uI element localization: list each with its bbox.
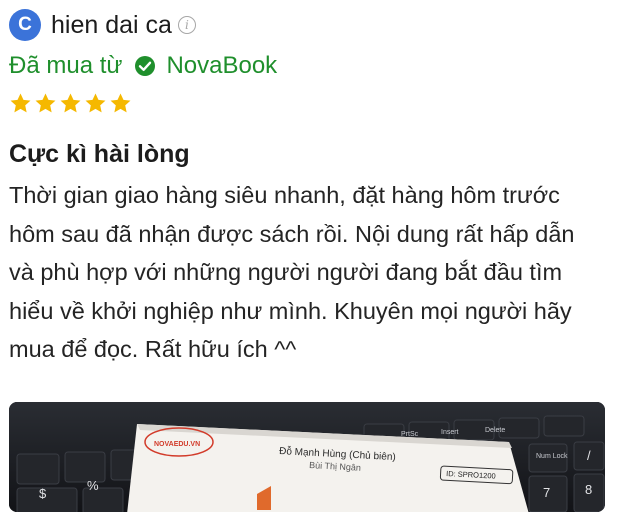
- store-name[interactable]: NovaBook: [166, 52, 277, 80]
- star-icon: [110, 93, 131, 113]
- review-body: Thời gian giao hàng siêu nhanh, đặt hàng…: [9, 176, 609, 369]
- reviewer-name[interactable]: hien dai ca: [51, 11, 172, 40]
- review-line: Thời gian giao hàng siêu nhanh, đặt hàng…: [9, 182, 560, 208]
- star-icon: [60, 93, 81, 113]
- star-icon: [10, 93, 31, 113]
- key-numlock: Num Lock: [536, 453, 568, 460]
- key-insert: Insert: [441, 429, 459, 436]
- keyboard-photo: PrtSc Insert Delete Num Lock 7 8 / % $ N…: [9, 402, 605, 512]
- check-circle-icon: [134, 55, 156, 77]
- key-8: 8: [585, 482, 592, 497]
- key-delete: Delete: [485, 427, 505, 434]
- star-rating: [9, 92, 132, 115]
- review-title: Cực kì hài lòng: [9, 140, 190, 168]
- key-slash: /: [587, 448, 591, 463]
- review-photo[interactable]: PrtSc Insert Delete Num Lock 7 8 / % $ N…: [9, 402, 605, 512]
- key-7: 7: [543, 485, 550, 500]
- review-line: mua để đọc. Rất hữu ích ^^: [9, 336, 297, 362]
- review-line: hiểu về khởi nghiệp như mình. Khuyên mọi…: [9, 297, 572, 324]
- info-icon[interactable]: i: [177, 16, 196, 34]
- star-icon: [85, 93, 106, 113]
- avatar[interactable]: C: [9, 9, 41, 41]
- purchase-label: Đã mua từ: [9, 52, 123, 79]
- reviewer-header: C hien dai ca i: [9, 9, 196, 41]
- review-line: hôm sau đã nhận được sách rồi. Nội dung …: [9, 220, 575, 247]
- star-icon: [35, 93, 56, 113]
- purchase-info: Đã mua từ NovaBook: [9, 52, 277, 80]
- key-percent: %: [87, 478, 99, 493]
- key-dollar: $: [39, 486, 47, 501]
- review-line: và phù hợp với những người người đang bắ…: [9, 259, 563, 285]
- card-logo: NOVAEDU.VN: [154, 441, 200, 448]
